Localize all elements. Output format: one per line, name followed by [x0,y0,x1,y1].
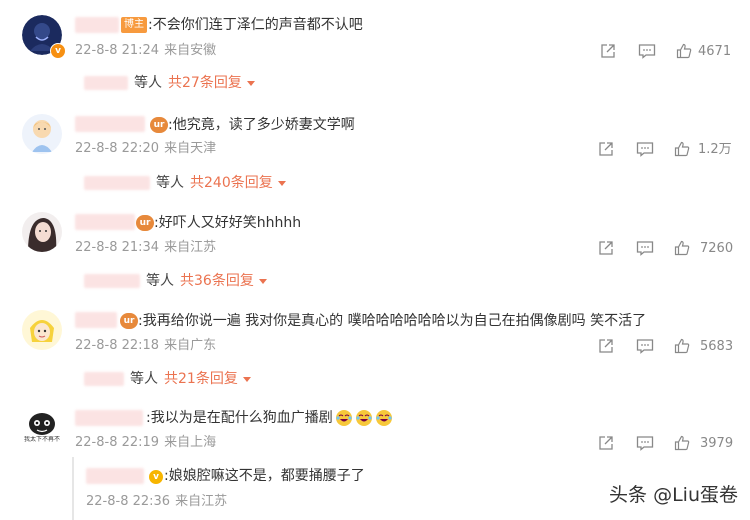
like-icon[interactable] [674,141,690,157]
avatar[interactable] [22,212,62,252]
laughing-emoji-icon [335,410,352,426]
comment-date: 22-8-8 22:19 [75,435,160,450]
comment-icon[interactable] [636,141,654,157]
verified-badge-icon: v [50,43,66,59]
like-count: 1.2万 [698,142,732,157]
comment-location: 来自天津 [164,141,217,156]
reply-users-blurred [84,274,140,288]
reply-count-link[interactable]: 共36条回复 [180,273,254,289]
chevron-down-icon [246,80,255,86]
comment-icon[interactable] [636,338,654,354]
comment-date: 22-8-8 21:34 [75,240,160,255]
share-icon[interactable] [600,43,616,59]
reply-summary[interactable]: 等人 共27条回复 [84,74,255,92]
comment-text: :好吓人又好好笑hhhhh [154,215,302,231]
username-blurred[interactable] [86,468,144,484]
share-icon[interactable] [598,338,614,354]
comment-item: v 博主 :不会你们连丁泽仁的声音都不认吧 22-8-8 21:24 来自安徽 4… [0,0,750,100]
share-icon[interactable] [598,141,614,157]
comment-meta: 22-8-8 22:18 来自广东 [75,338,221,354]
username-blurred[interactable] [75,410,143,426]
laughing-emoji-icon [355,410,372,426]
comment-meta: 22-8-8 22:19 来自上海 [75,435,221,451]
comment-text: :他究竟，读了多少娇妻文学啊 [168,117,355,133]
sub-reply-date: 22-8-8 22:36 [86,494,171,509]
avatar[interactable] [22,310,62,350]
chevron-down-icon [258,278,267,284]
reply-users-label: 等人 [130,371,158,387]
share-icon[interactable] [598,435,614,451]
reply-summary[interactable]: 等人 共21条回复 [84,370,251,388]
like-count: 5683 [700,339,734,354]
sub-reply-text: :娘娘腔嘛这不是，都要捅腰子了 [164,468,365,484]
like-icon[interactable] [674,240,690,256]
reply-users-blurred [84,76,128,90]
reply-users-label: 等人 [146,273,174,289]
like-icon[interactable] [674,338,690,354]
verified-badge-icon: v [148,469,164,485]
reply-summary[interactable]: 等人 共36条回复 [84,272,267,290]
comment-location: 来自上海 [164,435,217,450]
comment-icon[interactable] [636,435,654,451]
like-count: 7260 [700,241,734,256]
avatar[interactable] [22,114,62,154]
comment-meta: 22-8-8 22:20 来自天津 [75,141,221,157]
laughing-emoji-icon [375,410,392,426]
comment-text: :不会你们连丁泽仁的声音都不认吧 [148,17,363,33]
avatar-caption: 我太下不再不 [23,436,60,443]
like-icon[interactable] [674,435,690,451]
fan-badge-icon: ur [150,117,168,133]
comment-icon[interactable] [638,43,656,59]
chevron-down-icon [277,180,286,186]
reply-users-blurred [84,176,150,190]
sub-reply-meta: 22-8-8 22:36 来自江苏 [86,494,232,510]
reply-count-link[interactable]: 共27条回复 [168,75,242,91]
comment-item: ur :好吓人又好好笑hhhhh 22-8-8 21:34 来自江苏 7260 等… [0,200,750,298]
comment-text-body: :我以为是在配什么狗血广播剧 [146,410,333,426]
comment-item: ur :他究竟，读了多少娇妻文学啊 22-8-8 22:20 来自天津 1.2万 … [0,100,750,200]
comment-date: 22-8-8 22:18 [75,338,160,353]
comment-item: 我太下不再不 :我以为是在配什么狗血广播剧 22-8-8 22:19 来自上海 3… [0,398,750,458]
comment-text: :我再给你说一遍 我对你是真心的 噗哈哈哈哈哈哈以为自己在拍偶像剧吗 笑不活了 [138,313,647,329]
reply-users-label: 等人 [134,75,162,91]
comment-location: 来自安徽 [164,43,217,58]
comment-location: 来自江苏 [164,240,217,255]
comment-icon[interactable] [636,240,654,256]
reply-count-link[interactable]: 共21条回复 [164,371,238,387]
reply-users-blurred [84,372,124,386]
comment-date: 22-8-8 21:24 [75,43,160,58]
username-blurred[interactable] [75,17,119,33]
reply-count-link[interactable]: 共240条回复 [190,175,273,191]
comment-item: ur :我再给你说一遍 我对你是真心的 噗哈哈哈哈哈哈以为自己在拍偶像剧吗 笑不… [0,298,750,398]
watermark: 头条 @Liu蛋卷 [609,484,738,506]
fan-badge-icon: ur [136,215,154,231]
comment-location: 来自广东 [164,338,217,353]
username-blurred[interactable] [75,312,117,328]
sub-reply-location: 来自江苏 [175,494,228,509]
comment-text: :我以为是在配什么狗血广播剧 [146,409,393,427]
comment-meta: 22-8-8 21:24 来自安徽 [75,43,221,59]
username-blurred[interactable] [75,214,135,230]
comment-meta: 22-8-8 21:34 来自江苏 [75,240,221,256]
reply-summary[interactable]: 等人 共240条回复 [84,174,286,192]
reply-users-label: 等人 [156,175,184,191]
chevron-down-icon [242,376,251,382]
username-blurred[interactable] [75,116,145,132]
like-count: 4671 [698,44,732,59]
author-tag: 博主 [121,17,147,33]
like-count: 3979 [700,436,734,451]
share-icon[interactable] [598,240,614,256]
like-icon[interactable] [676,43,692,59]
comment-date: 22-8-8 22:20 [75,141,160,156]
fan-badge-icon: ur [120,313,138,329]
